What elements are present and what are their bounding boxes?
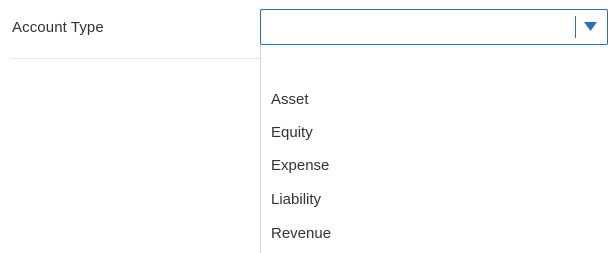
- account-type-select[interactable]: [260, 9, 608, 45]
- option-expense[interactable]: Expense: [271, 153, 601, 179]
- chevron-down-icon: [584, 22, 597, 31]
- option-asset[interactable]: Asset: [271, 87, 601, 113]
- option-equity[interactable]: Equity: [271, 120, 601, 146]
- option-blank[interactable]: [271, 48, 601, 74]
- account-type-options-list: Asset Equity Expense Liability Revenue: [260, 45, 608, 253]
- option-liability[interactable]: Liability: [271, 187, 601, 213]
- option-revenue[interactable]: Revenue: [271, 221, 601, 247]
- dropdown-toggle-button[interactable]: [576, 10, 606, 44]
- account-type-form-row: Account Type Asset Equity Expense Liabil…: [0, 0, 608, 253]
- account-type-label: Account Type: [12, 19, 104, 36]
- row-divider: [10, 58, 260, 59]
